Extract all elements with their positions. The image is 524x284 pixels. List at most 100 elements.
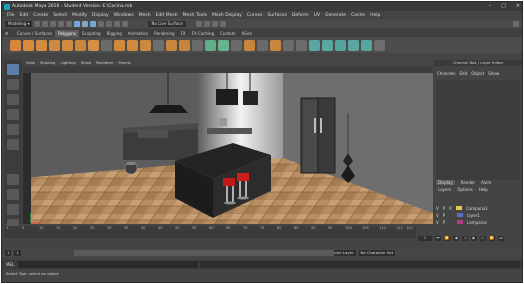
layer-visible-toggle[interactable]: V [436,220,439,225]
mel-label[interactable]: MEL [6,262,14,267]
go-to-end-icon[interactable]: ⏭ [498,235,504,241]
menu-create[interactable]: Create [33,13,48,18]
tab-rendering[interactable]: Rendering [151,30,177,37]
automatic-mapping-icon[interactable] [309,39,320,51]
live-surface-field[interactable]: No Live Surface [148,20,186,27]
step-back-frame-icon[interactable]: ◀ [453,235,459,241]
menu-surfaces[interactable]: Surfaces [267,13,287,18]
bevel-icon[interactable] [205,39,216,51]
channel-menu-edit[interactable]: Edit [460,71,468,76]
minimize-icon[interactable]: – [489,3,492,9]
tab-anim-layers[interactable]: Anim [481,180,491,185]
poly-cone-icon[interactable] [49,39,60,51]
3d-viewport[interactable] [23,73,433,224]
tab-animation[interactable]: Animation [125,30,151,37]
menu-uv[interactable]: UV [314,13,320,18]
ipr-render-icon[interactable] [203,20,210,27]
maximize-icon[interactable]: □ [501,3,506,9]
menu-select[interactable]: Select [53,13,67,18]
render-current-icon[interactable] [195,20,202,27]
new-scene-icon[interactable] [34,20,41,27]
snap-curve-icon[interactable] [106,20,113,27]
tab-render-layers[interactable]: Render [461,180,475,185]
combine-icon[interactable] [114,39,125,51]
layer-color-swatch[interactable] [457,213,464,217]
undo-icon[interactable] [58,20,65,27]
menu-modify[interactable]: Modify [72,13,87,18]
poly-sphere-icon[interactable] [10,39,21,51]
start-time-field[interactable]: 1 [5,250,12,256]
render-settings-icon[interactable] [211,20,218,27]
menu-mesh-tools[interactable]: Mesh Tools [183,13,207,18]
lasso-tool-icon[interactable] [7,79,19,90]
menu-generate[interactable]: Generate [325,13,346,18]
append-polygon-icon[interactable] [192,39,203,51]
step-forward-key-icon[interactable]: ⏩ [489,235,495,241]
character-set-dropdown[interactable]: No Character Set [358,250,396,256]
channel-menu-show[interactable]: Show [488,71,499,76]
single-view-layout-icon[interactable] [7,174,19,185]
poly-disc-icon[interactable] [88,39,99,51]
close-icon[interactable]: ✕ [516,3,520,9]
unfold-uv-icon[interactable] [348,39,359,51]
menu-help[interactable]: Help [370,13,380,18]
poly-plane-icon[interactable] [62,39,73,51]
step-back-key-icon[interactable]: ⏪ [444,235,450,241]
menu-edit[interactable]: Edit [20,13,29,18]
menu-file[interactable]: File [7,13,15,18]
range-slider[interactable] [74,250,334,256]
channel-menu-channels[interactable]: Channels [437,71,456,76]
select-object-icon[interactable] [82,20,89,27]
select-tool-icon[interactable] [7,64,19,75]
tab-curves-surfaces[interactable]: Curves / Surfaces [14,30,55,37]
poly-cylinder-icon[interactable] [36,39,47,51]
separate-icon[interactable] [127,39,138,51]
select-component-icon[interactable] [90,20,97,27]
snap-surface-icon[interactable] [122,20,129,27]
target-weld-icon[interactable] [231,39,242,51]
move-tool-icon[interactable] [7,109,19,120]
mode-dropdown[interactable]: Modeling ▾ [5,20,33,27]
layer-color-swatch[interactable] [457,220,464,224]
layer-playback-toggle[interactable]: P [443,213,445,218]
time-slider[interactable]: 1 5 10 15 20 25 30 35 40 45 50 55 60 65 … [4,226,416,238]
poly-cube-icon[interactable] [23,39,34,51]
sew-uv-icon[interactable] [335,39,346,51]
sign-in-icon[interactable] [513,20,519,27]
layer-color-swatch[interactable] [455,206,462,210]
layer-visible-toggle[interactable]: V [436,213,439,218]
outliner-layout-icon[interactable] [7,204,19,215]
tab-custom[interactable]: Custom [217,30,238,37]
tab-fx[interactable]: FX [178,30,189,37]
menu-cache[interactable]: Cache [351,13,365,18]
menu-mesh[interactable]: Mesh [139,13,151,18]
edge-loop-icon[interactable] [257,39,268,51]
step-forward-frame-icon[interactable]: ▷ [480,235,486,241]
mirror-icon[interactable] [270,39,281,51]
extrude-icon[interactable] [166,39,177,51]
layer-visible-toggle[interactable]: V [436,206,439,211]
menu-windows[interactable]: Windows [114,13,134,18]
uv-snapshot-icon[interactable] [374,39,385,51]
cut-uv-icon[interactable] [322,39,333,51]
playback-start-field[interactable]: 1 [14,250,21,256]
tab-fx-caching[interactable]: FX Caching [189,30,217,37]
scale-tool-icon[interactable] [7,139,19,150]
snap-point-icon[interactable] [114,20,121,27]
menu-edit-mesh[interactable]: Edit Mesh [156,13,178,18]
paint-select-tool-icon[interactable] [7,94,19,105]
poly-pipe-icon[interactable] [101,39,112,51]
tab-display-layers[interactable]: Display [436,180,455,185]
channel-menu-object[interactable]: Object [471,71,484,76]
uv-editor-icon[interactable] [296,39,307,51]
quad-draw-icon[interactable] [244,39,255,51]
snap-grid-icon[interactable] [98,20,105,27]
tab-sculpting[interactable]: Sculpting [79,30,104,37]
poly-torus-icon[interactable] [75,39,86,51]
layer-reference-toggle[interactable]: R [449,206,452,211]
menu-display[interactable]: Display [92,13,109,18]
hypershade-icon[interactable] [219,20,226,27]
smooth-icon[interactable] [140,39,151,51]
layer-row[interactable]: V P layer1 [436,212,520,218]
layer-row[interactable]: V P R Campana1 [436,205,520,211]
